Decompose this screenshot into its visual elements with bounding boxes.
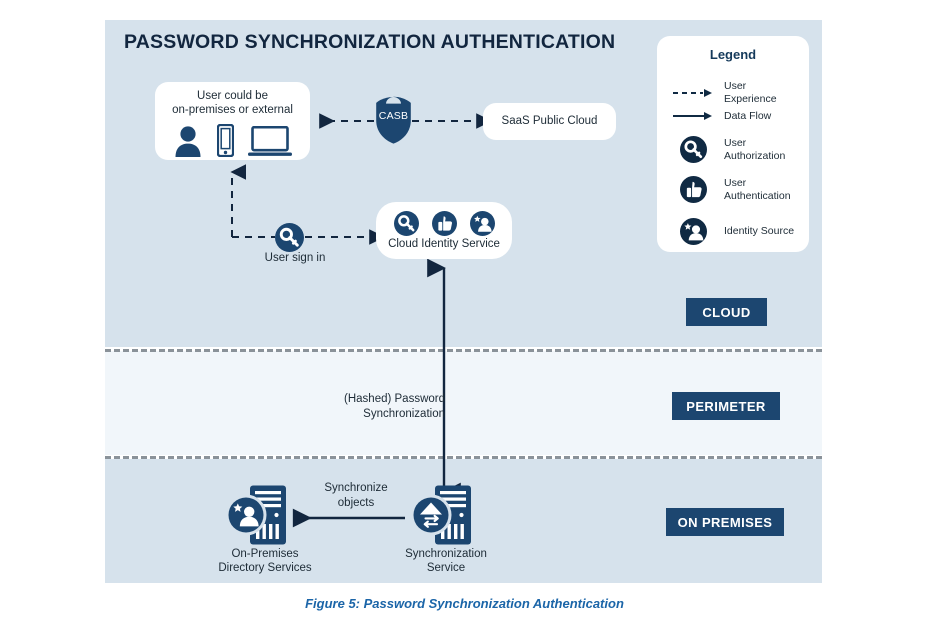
- legend-item-user-authorization: User Authorization: [671, 136, 797, 163]
- server-identity-source-icon: [225, 485, 286, 545]
- zone-divider-cloud-perimeter: [105, 349, 822, 352]
- user-authentication-thumbsup-icon: [431, 210, 457, 236]
- legend-item-user-authentication: User Authentication: [671, 176, 797, 203]
- casb-label: CASB: [378, 110, 409, 122]
- legend-item-label: Identity Source: [724, 225, 795, 238]
- zone-tag-onpremises: ON PREMISES: [666, 508, 784, 536]
- legend-panel: Legend User Experience Data Flow User Au…: [657, 36, 809, 252]
- mobile-phone-icon: [217, 124, 234, 157]
- user-sign-in-label: User sign in: [264, 252, 326, 264]
- saas-public-cloud-label: SaaS Public Cloud: [501, 115, 598, 127]
- directory-services-node[interactable]: [224, 484, 296, 551]
- synchronization-service-label: Synchronization Service: [405, 548, 487, 574]
- server-sync-icon: [410, 485, 471, 545]
- legend-item-data-flow: Data Flow: [671, 110, 797, 123]
- user-authorization-key-icon: [275, 223, 304, 252]
- user-icon: [175, 126, 201, 157]
- solid-arrow-icon: [671, 111, 715, 121]
- diagram-title: PASSWORD SYNCHRONIZATION AUTHENTICATION: [124, 31, 616, 53]
- user-node-caption: User could be on-premises or external: [172, 90, 293, 116]
- cloud-identity-service-label: Cloud Identity Service: [388, 238, 500, 250]
- identity-source-icon: [671, 218, 715, 245]
- figure-container: PASSWORD SYNCHRONIZATION AUTHENTICATION: [0, 0, 929, 627]
- zone-tag-cloud: CLOUD: [686, 298, 767, 326]
- identity-source-icon: [469, 210, 495, 236]
- legend-title: Legend: [709, 47, 757, 62]
- cloud-identity-service-node[interactable]: Cloud Identity Service: [376, 202, 512, 259]
- zone-divider-perimeter-onpremises: [105, 456, 822, 459]
- legend-item-user-experience: User Experience: [671, 80, 797, 105]
- user-authentication-thumbsup-icon: [671, 176, 715, 203]
- user-authorization-key-icon: [671, 136, 715, 163]
- user-device-icons: [155, 121, 310, 157]
- dashed-arrow-icon: [671, 88, 715, 98]
- user-authorization-key-icon: [393, 210, 419, 236]
- legend-item-label: User Authentication: [724, 177, 791, 202]
- laptop-icon: [248, 126, 292, 156]
- casb-node[interactable]: CASB: [374, 96, 413, 149]
- synchronization-service-node[interactable]: [409, 484, 481, 551]
- directory-services-label: On-Premises Directory Services: [218, 548, 312, 574]
- legend-item-label: User Experience: [724, 80, 777, 105]
- legend-item-identity-source: Identity Source: [671, 218, 797, 245]
- figure-caption: Figure 5: Password Synchronization Authe…: [305, 596, 624, 611]
- cloud-identity-service-icons: [376, 210, 512, 236]
- synchronize-objects-label: Synchronize objects: [324, 482, 388, 509]
- user-node[interactable]: User could be on-premises or external: [155, 82, 310, 160]
- zone-tag-perimeter: PERIMETER: [672, 392, 780, 420]
- password-synchronization-label: (Hashed) Password Synchronization: [344, 393, 445, 420]
- legend-item-label: Data Flow: [724, 110, 772, 122]
- saas-public-cloud-node[interactable]: SaaS Public Cloud: [483, 103, 616, 140]
- legend-item-label: User Authorization: [724, 137, 786, 162]
